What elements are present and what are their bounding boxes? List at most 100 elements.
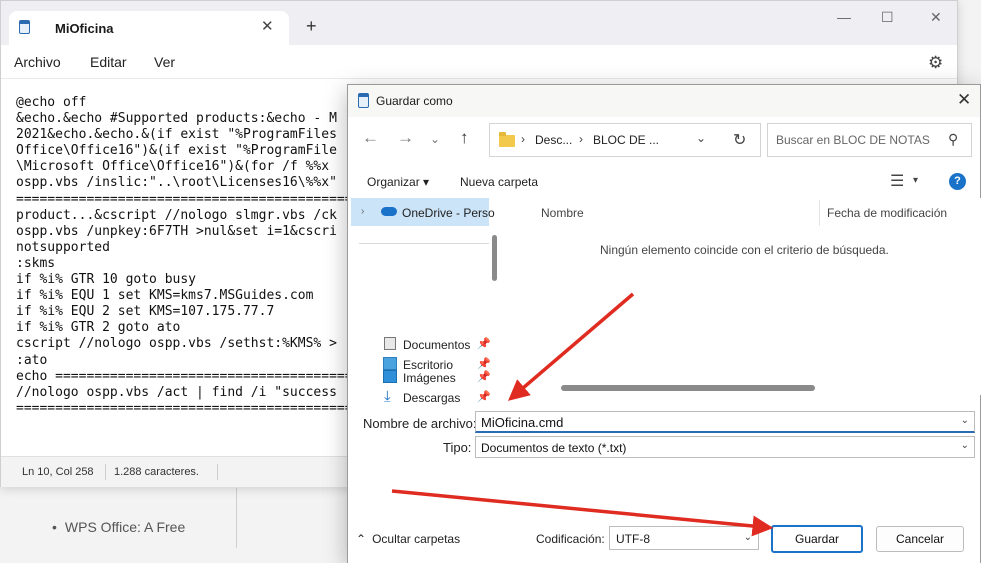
chevron-down-icon: ⌄ xyxy=(743,532,752,543)
text-line: notsupported xyxy=(16,239,110,255)
divider xyxy=(236,488,237,548)
notepad-icon xyxy=(19,20,30,34)
text-line: ========================================… xyxy=(16,191,369,207)
tab-title: MiOficina xyxy=(55,21,114,36)
pin-icon[interactable]: 📌 xyxy=(477,370,491,383)
sidebar-item-documents[interactable]: Documentos 📌 xyxy=(351,330,491,358)
sidebar-item-label: Documentos xyxy=(403,338,471,352)
sidebar-item-images[interactable]: Imágenes 📌 xyxy=(351,363,491,391)
gear-icon[interactable]: ⚙ xyxy=(928,53,943,73)
text-line: if %i% GTR 10 goto busy xyxy=(16,272,197,288)
text-line: //nologo ospp.vbs /act | find /i "succes… xyxy=(16,384,337,400)
column-header-modified[interactable]: Fecha de modificación xyxy=(827,206,947,220)
text-line: product...&cscript //nologo slmgr.vbs /c… xyxy=(16,207,337,223)
view-options-icon[interactable]: ☰ xyxy=(890,171,904,191)
cursor-position: Ln 10, Col 258 xyxy=(22,466,94,478)
dialog-title: Guardar como xyxy=(376,94,453,108)
notepad-tab[interactable]: MiOficina ✕ xyxy=(9,11,289,45)
text-line: :ato xyxy=(16,352,48,368)
text-line: if %i% EQU 2 set KMS=107.175.77.7 xyxy=(16,304,275,320)
new-folder-button[interactable]: Nueva carpeta xyxy=(460,175,538,189)
pin-icon[interactable]: 📌 xyxy=(477,390,491,403)
save-as-dialog: Guardar como ✕ ← → ⌄ ↑ › Desc... › BLOC … xyxy=(347,84,981,563)
chevron-down-icon[interactable]: ▾ xyxy=(913,175,918,186)
document-icon xyxy=(384,337,396,350)
type-value: Documentos de texto (*.txt) xyxy=(481,441,627,455)
pin-icon[interactable]: 📌 xyxy=(477,337,491,350)
sidebar-item-label: OneDrive - Perso xyxy=(402,206,495,220)
text-line: :skms xyxy=(16,255,56,271)
dialog-footer: Ocultar carpetas Codificación: UTF-8 ⌄ G… xyxy=(348,477,980,563)
scrollbar[interactable] xyxy=(492,235,497,281)
character-count: 1.288 caracteres. xyxy=(114,466,199,478)
type-select[interactable]: Documentos de texto (*.txt) ⌄ xyxy=(475,436,975,458)
image-icon xyxy=(383,370,397,383)
column-header-name[interactable]: Nombre xyxy=(541,206,584,220)
text-line: &echo.&echo #Supported products:&echo - … xyxy=(16,111,337,127)
notepad-icon xyxy=(358,93,369,108)
close-icon[interactable]: ✕ xyxy=(957,90,971,110)
scrollbar[interactable] xyxy=(561,385,815,391)
text-line: echo ===================================… xyxy=(16,368,369,384)
minimize-icon[interactable]: — xyxy=(837,9,851,25)
divider xyxy=(359,243,489,244)
address-bar[interactable]: › Desc... › BLOC DE ... xyxy=(489,123,761,157)
organize-label: Organizar xyxy=(367,175,420,189)
text-line: if %i% GTR 2 goto ato xyxy=(16,320,181,336)
text-line: ospp.vbs /unpkey:6F7TH >nul&set i=1&cscr… xyxy=(16,223,337,239)
text-line: @echo off xyxy=(16,95,87,110)
divider xyxy=(217,464,218,480)
filename-field: ⌄ xyxy=(475,411,975,433)
menu-edit[interactable]: Editar xyxy=(90,54,127,70)
breadcrumb-folder[interactable]: BLOC DE ... xyxy=(593,133,659,147)
refresh-icon[interactable]: ↻ xyxy=(733,130,746,150)
chevron-down-icon[interactable]: ⌄ xyxy=(696,131,706,145)
up-arrow-icon[interactable]: ↑ xyxy=(460,128,469,148)
organize-button[interactable]: Organizar ▾ xyxy=(367,175,429,189)
menu-file[interactable]: Archivo xyxy=(14,54,61,70)
search-icon[interactable]: ⚲ xyxy=(948,131,958,148)
cloud-icon xyxy=(381,207,397,216)
chevron-down-icon[interactable]: ⌄ xyxy=(961,440,969,451)
cancel-button[interactable]: Cancelar xyxy=(876,526,964,552)
maximize-icon[interactable]: ☐ xyxy=(881,9,894,26)
text-line: Office\Office16")&(if exist "%ProgramFil… xyxy=(16,143,337,159)
new-tab-icon[interactable]: + xyxy=(306,16,317,37)
sidebar-item-onedrive[interactable]: › OneDrive - Perso xyxy=(351,198,495,226)
notepad-titlebar: MiOficina ✕ + — ☐ ✕ xyxy=(1,1,957,45)
encoding-select[interactable]: UTF-8 ⌄ xyxy=(609,526,759,550)
folder-icon xyxy=(499,132,515,147)
menu-view[interactable]: Ver xyxy=(154,54,175,70)
help-icon[interactable]: ? xyxy=(949,173,966,190)
divider xyxy=(105,464,106,480)
chevron-right-icon: › xyxy=(579,132,583,146)
filename-input[interactable] xyxy=(481,415,941,430)
save-button[interactable]: Guardar xyxy=(771,525,863,553)
forward-arrow-icon[interactable]: → xyxy=(397,128,414,148)
chevron-down-icon[interactable]: ⌄ xyxy=(961,415,969,426)
text-editor[interactable]: @echo off &echo.&echo #Supported products… xyxy=(16,95,368,417)
empty-message: Ningún elemento coincide con el criterio… xyxy=(600,243,889,257)
list-item[interactable]: WPS Office: A Free xyxy=(52,519,185,535)
close-tab-icon[interactable]: ✕ xyxy=(261,17,274,35)
menu-bar: Archivo Editar Ver ⚙ xyxy=(1,45,957,79)
breadcrumb-desktop[interactable]: Desc... xyxy=(535,133,572,147)
text-line: ospp.vbs /inslic:"..\root\Licenses16\%%x… xyxy=(16,175,337,191)
chevron-right-icon[interactable]: › xyxy=(361,206,364,217)
chevron-right-icon: › xyxy=(521,132,525,146)
file-list: Nombre Fecha de modificación Ningún elem… xyxy=(507,198,981,395)
sidebar-item-label: Descargas xyxy=(403,391,461,405)
close-window-icon[interactable]: ✕ xyxy=(930,9,942,26)
hide-folders-button[interactable]: Ocultar carpetas xyxy=(356,532,460,546)
search-box: ⚲ xyxy=(767,123,972,157)
encoding-label: Codificación: xyxy=(536,532,605,546)
text-line: cscript //nologo ospp.vbs /sethst:%KMS% … xyxy=(16,336,337,352)
dialog-titlebar: Guardar como ✕ xyxy=(348,85,980,117)
chevron-down-icon[interactable]: ⌄ xyxy=(430,132,440,146)
search-input[interactable] xyxy=(776,132,946,148)
back-arrow-icon[interactable]: ← xyxy=(362,128,379,148)
text-line: 2021&echo.&echo.&(if exist "%ProgramFile… xyxy=(16,127,337,143)
text-line: \Microsoft Office\Office16")&(for /f %%x xyxy=(16,159,330,175)
sidebar-item-label: Imágenes xyxy=(403,371,456,385)
divider xyxy=(819,200,820,226)
